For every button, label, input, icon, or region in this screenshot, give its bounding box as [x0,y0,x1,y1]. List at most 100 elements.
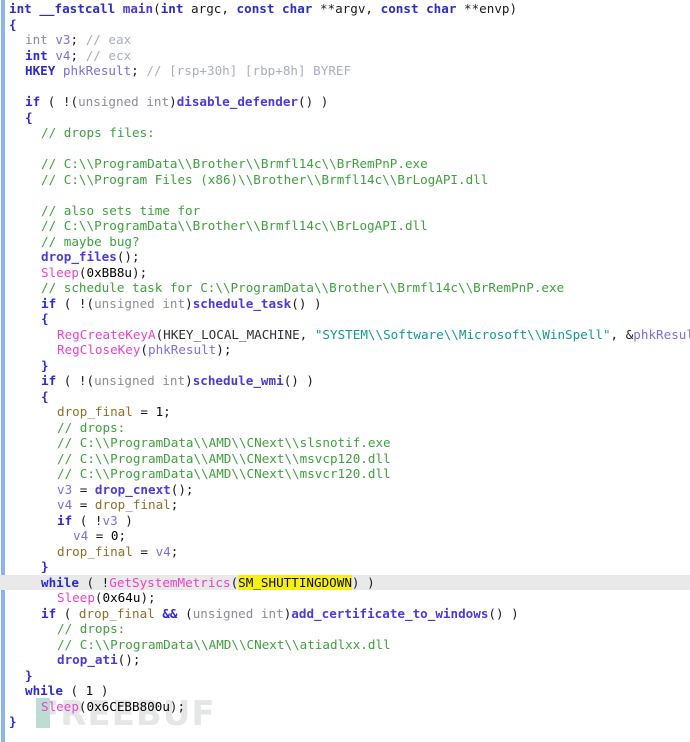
code-token-api[interactable]: GetSystemMetrics [109,575,230,590]
code-token-api[interactable]: RegCreateKeyA [57,327,156,342]
code-line[interactable]: // C:\\ProgramData\\AMD\\CNext\\msvcr120… [0,466,690,482]
code-line[interactable]: HKEY phkResult; // [rsp+30h] [rbp+8h] BY… [0,63,690,79]
code-line[interactable]: if ( !(unsigned int)schedule_wmi() ) [0,373,690,389]
code-token-func[interactable]: drop_ati [57,652,118,667]
code-token-comment: // C:\\ProgramData\\AMD\\CNext\\slsnotif… [57,435,391,450]
code-line[interactable]: Sleep(0x64u); [0,590,690,606]
code-token-func[interactable]: schedule_wmi [193,373,284,388]
code-token-var[interactable]: v4 [57,497,72,512]
code-line[interactable]: // C:\\ProgramData\\AMD\\CNext\\atiadlxx… [0,637,690,653]
code-token-gvar[interactable]: drop_final [57,404,133,419]
code-token-kw: && [162,605,178,621]
code-line-container[interactable]: int __fastcall main(int argc, const char… [0,0,690,730]
code-line[interactable]: int v3; // eax [0,32,690,48]
code-line[interactable]: // drops: [0,420,690,436]
code-token-var[interactable]: phkResult [633,327,690,342]
code-token-const: HKEY_LOCAL_MACHINE [163,326,300,342]
code-token-var[interactable]: v4 [156,544,171,559]
pseudocode-decompiler-view[interactable]: FREEBUF int __fastcall main(int argc, co… [0,0,690,742]
code-token-hl[interactable]: SM_SHUTTINGDOWN [238,574,352,590]
code-token-api[interactable]: Sleep [57,590,95,605]
code-token-punct: } [41,357,49,373]
code-token-plain: (); [170,481,194,497]
code-line[interactable]: { [0,311,690,327]
code-token-api[interactable]: Sleep [41,265,79,280]
code-line[interactable]: drop_files(); [0,249,690,265]
code-line[interactable]: if ( !v3 ) [0,513,690,529]
code-line[interactable] [0,187,690,203]
code-line[interactable] [0,79,690,95]
code-token-func[interactable]: drop_cnext [95,482,171,497]
code-token-gvar[interactable]: drop_final [57,544,133,559]
code-line[interactable]: Sleep(0x6CEBB800u); [0,699,690,715]
code-line[interactable]: while ( 1 ) [0,683,690,699]
code-token-var[interactable]: v3 [57,482,72,497]
code-token-type: unsigned int [94,295,186,311]
code-line[interactable]: } [0,559,690,575]
code-line[interactable]: } [0,714,690,730]
code-line[interactable]: drop_ati(); [0,652,690,668]
code-token-plain: ) [185,295,193,311]
code-line[interactable]: int __fastcall main(int argc, const char… [0,1,690,17]
code-line[interactable]: drop_final = v4; [0,544,690,560]
code-token-comment: // C:\\ProgramData\\AMD\\CNext\\msvcp120… [57,450,391,466]
code-line[interactable]: { [0,110,690,126]
code-line[interactable]: // drops files: [0,125,690,141]
code-token-punct: { [41,388,49,404]
code-line[interactable]: } [0,358,690,374]
code-line[interactable]: // C:\\ProgramData\\AMD\\CNext\\slsnotif… [0,435,690,451]
code-token-api[interactable]: RegCloseKey [57,342,140,357]
code-token-punct: } [41,559,49,574]
code-line[interactable]: // C:\\ProgramData\\Brother\\Brmfl14c\\B… [0,218,690,234]
code-token-var[interactable]: phkResult [63,63,131,78]
code-token-plain: ) [185,373,193,388]
code-line[interactable]: // drops: [0,621,690,637]
code-line[interactable]: { [0,389,690,405]
code-token-kw: if [25,94,48,109]
code-line[interactable]: v4 = 0; [0,528,690,544]
code-token-func[interactable]: disable_defender [177,94,298,109]
code-token-dim: // [rsp+30h] [rbp+8h] BYREF [146,63,352,78]
code-token-func[interactable]: add_certificate_to_windows [291,606,488,621]
code-token-var[interactable]: v3 [103,513,118,528]
code-token-var[interactable]: v4 [55,48,70,63]
code-token-num: 0x64u [102,590,141,605]
code-line[interactable]: if ( !(unsigned int)schedule_task() ) [0,296,690,312]
code-line[interactable]: while ( !GetSystemMetrics(SM_SHUTTINGDOW… [0,574,690,590]
code-token-kw: while [41,574,87,590]
code-token-plain: ) ) [351,574,375,590]
code-token-comment: // also sets time for [41,202,201,218]
code-line[interactable]: // C:\\ProgramData\\AMD\\CNext\\msvcp120… [0,451,690,467]
code-line[interactable]: v4 = drop_final; [0,497,690,513]
code-line[interactable] [0,141,690,157]
code-line[interactable]: } [0,668,690,684]
code-line[interactable]: drop_final = 1; [0,404,690,420]
code-token-plain: ) [117,512,133,528]
code-line[interactable]: RegCloseKey(phkResult); [0,342,690,358]
code-token-type: unsigned int [192,605,284,621]
code-line[interactable]: int v4; // ecx [0,48,690,64]
code-line[interactable]: if ( !(unsigned int)disable_defender() ) [0,94,690,110]
code-line[interactable]: if ( drop_final && (unsigned int)add_cer… [0,606,690,622]
code-token-gvar[interactable]: drop_final [95,497,171,512]
code-line[interactable]: // also sets time for [0,203,690,219]
code-token-api[interactable]: Sleep [41,699,79,714]
code-token-plain: ( [78,264,87,280]
code-token-var[interactable]: v3 [55,32,70,47]
code-line[interactable]: // C:\\Program Files (x86)\\Brother\\Brm… [0,172,690,188]
code-token-func[interactable]: schedule_task [193,296,292,311]
code-token-comment: // C:\\ProgramData\\Brother\\Brmfl14c\\B… [41,156,428,171]
code-token-var[interactable]: phkResult [148,342,216,357]
code-line[interactable]: RegCreateKeyA(HKEY_LOCAL_MACHINE, "SYSTE… [0,327,690,343]
code-line[interactable]: v3 = drop_cnext(); [0,482,690,498]
code-token-gvar[interactable]: drop_final [79,606,155,621]
code-line[interactable]: // schedule task for C:\\ProgramData\\Br… [0,280,690,296]
code-token-func[interactable]: main [123,1,153,16]
code-token-func[interactable]: drop_files [41,249,117,264]
code-token-var[interactable]: v4 [73,528,88,543]
code-token-comment: // drops: [57,419,126,435]
code-line[interactable]: // maybe bug? [0,234,690,250]
code-line[interactable]: Sleep(0xBB8u); [0,265,690,281]
code-line[interactable]: { [0,17,690,33]
code-line[interactable]: // C:\\ProgramData\\Brother\\Brmfl14c\\B… [0,156,690,172]
